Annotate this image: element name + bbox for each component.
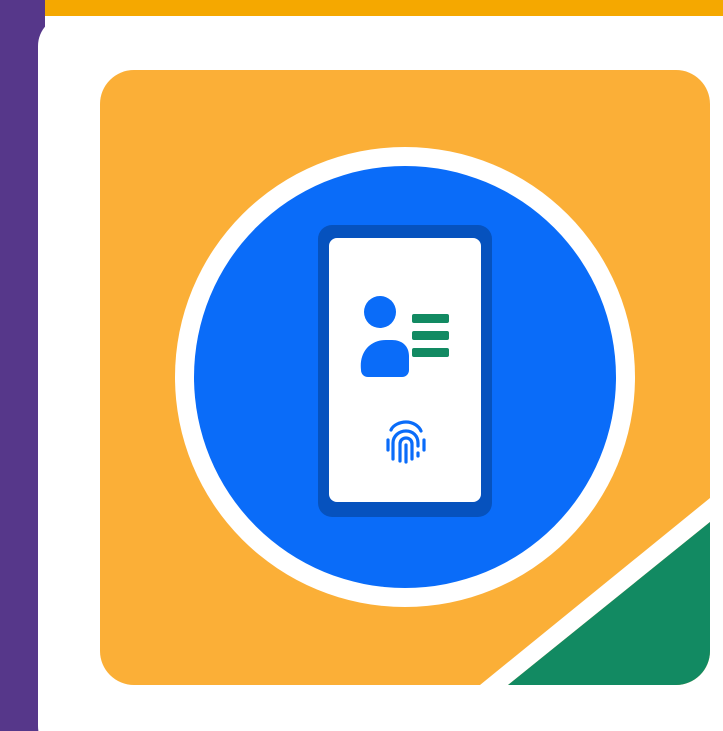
top-accent-band (0, 0, 723, 16)
screen (0, 0, 723, 731)
identity-verification-illustration (100, 70, 710, 685)
content-card (38, 16, 723, 731)
smartphone-icon (318, 225, 492, 517)
illustration-svg (100, 70, 710, 685)
list-lines-icon (412, 314, 449, 357)
